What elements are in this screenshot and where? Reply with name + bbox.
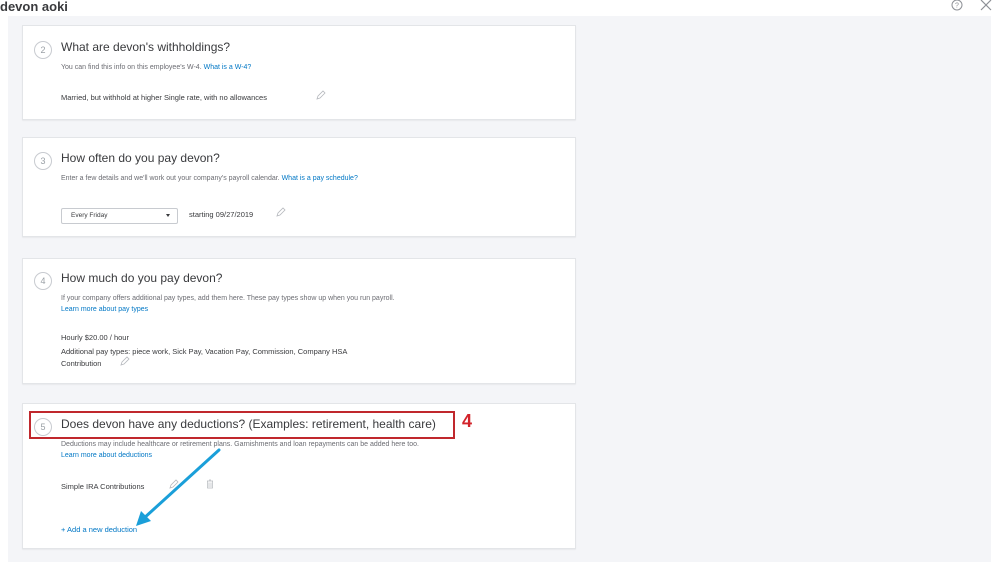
step-number: 2: [34, 41, 52, 59]
section-description: You can find this info on this employee'…: [61, 64, 251, 71]
section-heading: How often do you pay devon?: [61, 151, 220, 165]
close-icon[interactable]: [979, 0, 993, 12]
add-deduction-link[interactable]: + Add a new deduction: [61, 525, 137, 534]
withholdings-card: 2 What are devon's withholdings? You can…: [22, 25, 576, 120]
trash-icon[interactable]: [205, 479, 215, 489]
description-text: Enter a few details and we'll work out y…: [61, 175, 280, 182]
modal-header: devon aoki ?: [0, 0, 999, 16]
pencil-icon[interactable]: [316, 90, 326, 100]
w4-help-link[interactable]: What is a W-4?: [204, 64, 252, 71]
chevron-down-icon: [166, 214, 170, 217]
annotation-highlight-box: [29, 411, 455, 439]
pencil-icon[interactable]: [169, 479, 179, 489]
svg-text:?: ?: [955, 3, 959, 10]
page-title: devon aoki: [0, 0, 68, 14]
pay-schedule-help-link[interactable]: What is a pay schedule?: [282, 175, 358, 182]
pencil-icon[interactable]: [120, 356, 130, 366]
step-number: 4: [34, 272, 52, 290]
pay-rate: Hourly $20.00 / hour: [61, 333, 129, 342]
select-value: Every Friday: [71, 212, 108, 219]
pencil-icon[interactable]: [276, 207, 286, 217]
pay-frequency-select[interactable]: Every Friday: [61, 208, 178, 224]
annotation-number: 4: [462, 411, 473, 431]
withholding-value: Married, but withhold at higher Single r…: [61, 93, 267, 102]
start-date: starting 09/27/2019: [189, 210, 254, 219]
help-icon[interactable]: ?: [951, 0, 963, 11]
section-description: Deductions may include healthcare or ret…: [61, 441, 419, 448]
section-description: If your company offers additional pay ty…: [61, 295, 395, 302]
section-heading: How much do you pay devon?: [61, 271, 223, 285]
pay-schedule-card: 3 How often do you pay devon? Enter a fe…: [22, 137, 576, 237]
pay-types-help-link[interactable]: Learn more about pay types: [61, 306, 148, 313]
description-text: You can find this info on this employee'…: [61, 64, 202, 71]
pay-card: 4 How much do you pay devon? If your com…: [22, 258, 576, 384]
additional-pay-types: Additional pay types: piece work, Sick P…: [61, 347, 348, 356]
deductions-help-link[interactable]: Learn more about deductions: [61, 452, 152, 459]
step-number: 3: [34, 152, 52, 170]
section-description: Enter a few details and we'll work out y…: [61, 175, 358, 182]
deduction-item: Simple IRA Contributions: [61, 482, 145, 491]
additional-pay-types-cont: Contribution: [61, 359, 102, 368]
section-heading: What are devon's withholdings?: [61, 40, 231, 54]
